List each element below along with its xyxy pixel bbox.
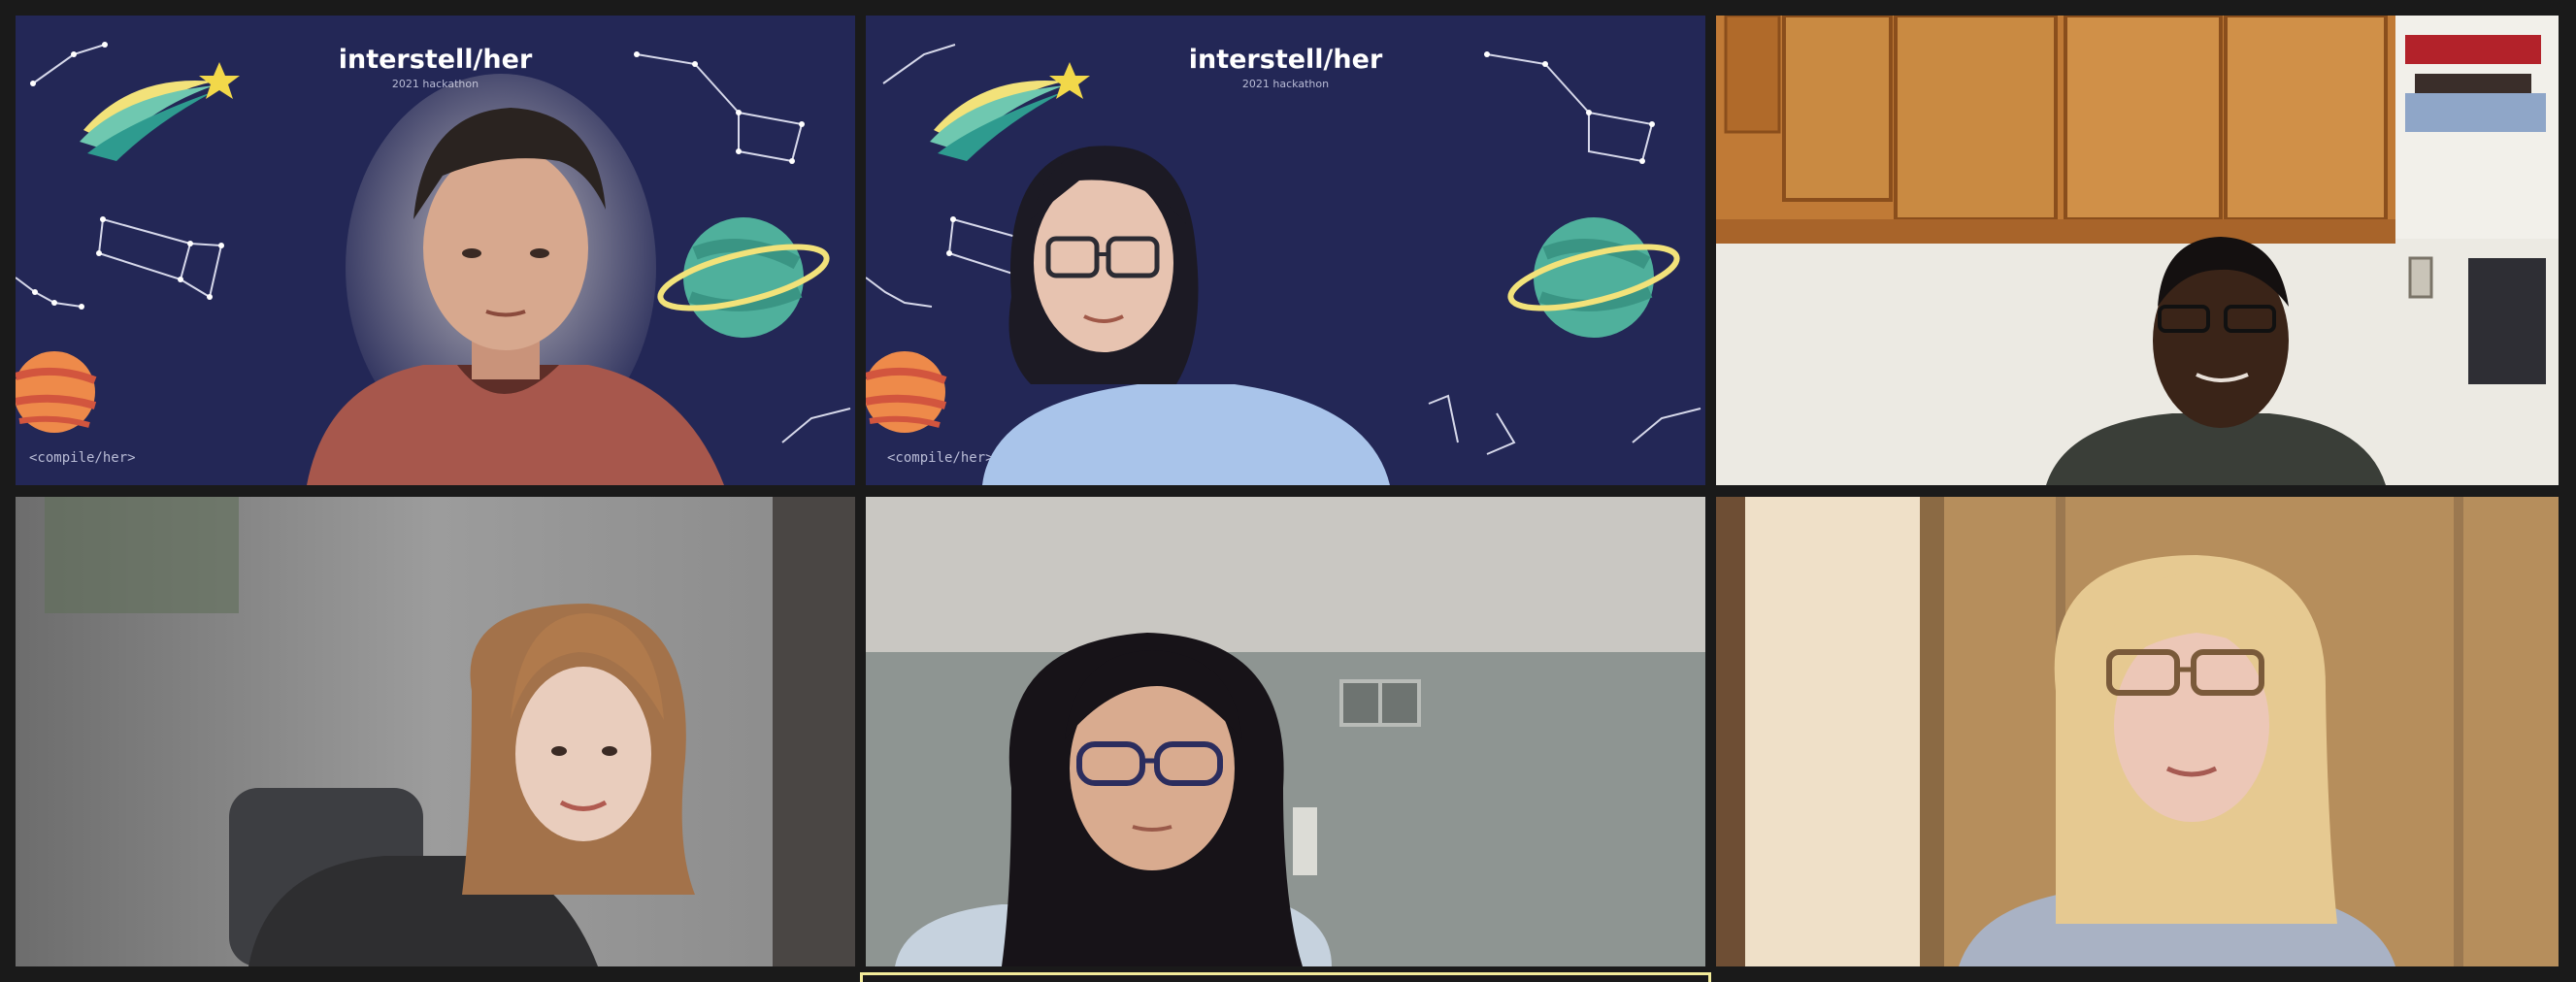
- participant-video: [16, 497, 855, 966]
- active-speaker-indicator: [860, 972, 1711, 982]
- video-tile-3[interactable]: [1716, 16, 2559, 485]
- video-gallery: interstell/her 2021 hackathon <compile/h…: [0, 0, 2576, 982]
- participant-video: [1716, 16, 2559, 485]
- participant-video: [866, 497, 1705, 966]
- participant-video: [1716, 497, 2559, 966]
- video-tile-6[interactable]: [1716, 497, 2559, 966]
- video-tile-5[interactable]: [866, 497, 1705, 966]
- video-tile-1[interactable]: interstell/her 2021 hackathon <compile/h…: [16, 16, 855, 485]
- participant-video: [982, 146, 1390, 485]
- video-tile-2[interactable]: interstell/her 2021 hackathon <compile/h…: [866, 16, 1705, 485]
- video-tile-4[interactable]: [16, 497, 855, 966]
- participant-video: [307, 74, 724, 485]
